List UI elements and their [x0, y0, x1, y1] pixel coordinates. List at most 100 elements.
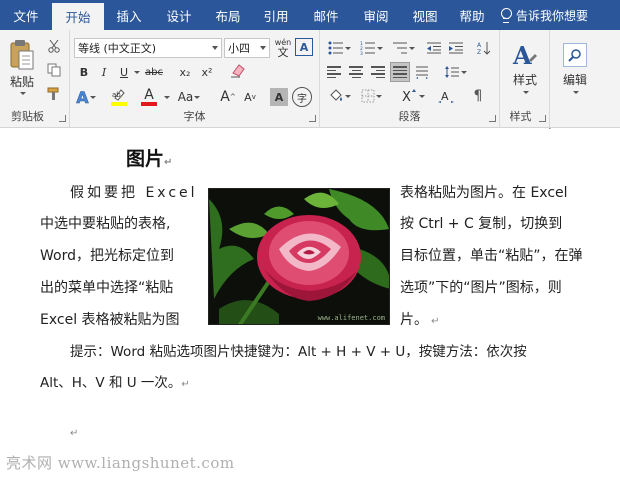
- format-painter-button[interactable]: [44, 84, 64, 104]
- character-shading-button[interactable]: A: [270, 88, 288, 106]
- empty-paragraph-mark-icon: ↵: [70, 428, 79, 439]
- chevron-down-icon: [344, 46, 351, 50]
- sort-icon: AZ: [477, 42, 491, 55]
- character-scaling-button[interactable]: A: [436, 86, 456, 106]
- styles-dialog-launcher-icon[interactable]: [539, 115, 546, 122]
- rose-image: [209, 189, 389, 324]
- character-scaling-icon: A: [438, 90, 454, 103]
- tip-line-1: 提示：Word 粘贴选项图片快捷键为：Alt + H + V + U，按键方法：…: [70, 344, 527, 360]
- bold-button[interactable]: B: [74, 62, 94, 82]
- tab-layout[interactable]: 布局: [204, 0, 252, 30]
- align-left-icon: [327, 66, 341, 78]
- body-line-right-5: 片。 ↵: [400, 310, 440, 332]
- editing-button[interactable]: 编辑: [554, 36, 596, 100]
- grow-font-button[interactable]: A ^: [218, 86, 238, 108]
- tab-view[interactable]: 视图: [400, 0, 450, 30]
- shading-button[interactable]: [324, 86, 354, 106]
- tab-design[interactable]: 设计: [154, 0, 204, 30]
- numbering-button[interactable]: 123: [356, 38, 386, 58]
- show-marks-button[interactable]: ¶: [468, 86, 488, 106]
- decrease-indent-button[interactable]: [424, 38, 444, 58]
- body-line-right-5-text: 片。: [400, 312, 428, 328]
- shrink-font-label: A: [244, 90, 252, 104]
- font-color-button[interactable]: A: [136, 86, 162, 108]
- search-icon: [563, 42, 587, 67]
- font-size-combo[interactable]: 小四: [224, 38, 270, 58]
- multilevel-list-button[interactable]: [388, 38, 418, 58]
- ribbon: 粘贴 剪贴板 等线 (中文正文) 小四 wén 文 A B I U abc x₂…: [0, 30, 620, 128]
- phonetic-guide-button[interactable]: wén 文: [272, 36, 294, 60]
- chevron-down-icon: [133, 70, 140, 74]
- cut-icon: [48, 39, 60, 53]
- superscript-button[interactable]: x²: [197, 62, 217, 82]
- paragraph-mark-icon: ↵: [181, 379, 190, 390]
- chevron-down-icon: [376, 46, 383, 50]
- paste-label: 粘贴: [9, 75, 34, 89]
- bullets-button[interactable]: [324, 38, 354, 58]
- clear-formatting-button[interactable]: [228, 60, 248, 80]
- styles-icon: A: [512, 42, 537, 70]
- underline-dropdown[interactable]: [132, 66, 140, 78]
- tell-me-search[interactable]: 告诉我你想要: [500, 0, 588, 30]
- tab-insert[interactable]: 插入: [104, 0, 154, 30]
- center-button[interactable]: [346, 62, 366, 82]
- chevron-down-icon: [344, 94, 351, 98]
- tip-line-2-text: Alt、H、V 和 U 一次。: [40, 375, 182, 391]
- tab-references[interactable]: 引用: [252, 0, 300, 30]
- line-spacing-button[interactable]: [440, 62, 470, 82]
- lightbulb-icon: [500, 8, 512, 23]
- align-right-icon: [371, 66, 385, 78]
- svg-text:A: A: [512, 42, 532, 70]
- tab-review[interactable]: 审阅: [352, 0, 400, 30]
- sort-button[interactable]: AZ: [474, 38, 494, 58]
- rose-picture[interactable]: www.alifenet.com: [208, 188, 390, 325]
- subscript-button[interactable]: x₂: [175, 62, 195, 82]
- distributed-button[interactable]: [412, 62, 432, 82]
- paragraph-mark-icon: ↵: [164, 157, 173, 168]
- tab-home[interactable]: 开始: [52, 3, 104, 30]
- paste-button[interactable]: 粘贴: [4, 36, 40, 98]
- align-left-button[interactable]: [324, 62, 344, 82]
- format-painter-icon: [47, 87, 59, 100]
- paragraph-dialog-launcher-icon[interactable]: [489, 115, 496, 122]
- paragraph-group-label: 段落: [398, 110, 421, 123]
- highlight-button[interactable]: ab: [106, 86, 132, 108]
- body-line-left-5: Excel 表格被粘贴为图: [40, 312, 180, 328]
- tip-line-2: Alt、H、V 和 U 一次。↵: [40, 373, 190, 395]
- clipboard-group: 粘贴 剪贴板: [0, 30, 70, 128]
- body-line-left-1: 假如要把 Excel: [70, 185, 198, 201]
- change-case-button[interactable]: Aa: [174, 86, 204, 108]
- cut-button[interactable]: [44, 36, 64, 56]
- center-icon: [349, 66, 363, 78]
- body-line-right-4: 选项”下的“图片”图标，则: [400, 280, 562, 296]
- borders-button[interactable]: [356, 86, 386, 106]
- multilevel-list-icon: [392, 42, 407, 54]
- enclose-characters-button[interactable]: 字: [292, 87, 312, 107]
- text-effects-button[interactable]: A: [74, 86, 98, 108]
- chevron-down-icon: [375, 94, 382, 98]
- shrink-font-button[interactable]: Av: [240, 86, 260, 108]
- document-heading: 图片↵: [126, 144, 172, 171]
- tab-mailings[interactable]: 邮件: [300, 0, 352, 30]
- phonetic-guide-char: 文: [277, 46, 289, 59]
- highlight-color-bar: [111, 102, 127, 106]
- font-color-dropdown[interactable]: [162, 92, 170, 102]
- tab-file[interactable]: 文件: [0, 0, 52, 30]
- styles-button[interactable]: A 样式: [504, 36, 546, 100]
- align-right-button[interactable]: [368, 62, 388, 82]
- increase-indent-icon: [449, 42, 463, 54]
- font-dialog-launcher-icon[interactable]: [309, 115, 316, 122]
- svg-text:ab: ab: [112, 91, 121, 99]
- character-border-button[interactable]: A: [295, 38, 313, 56]
- justify-button[interactable]: [390, 62, 410, 82]
- font-name-combo[interactable]: 等线 (中文正文): [74, 38, 222, 58]
- asian-layout-button[interactable]: X: [398, 86, 428, 106]
- underline-button[interactable]: U: [114, 62, 134, 82]
- strikethrough-button[interactable]: abc: [143, 62, 165, 82]
- font-name-value: 等线 (中文正文): [78, 42, 157, 55]
- italic-button[interactable]: I: [94, 62, 114, 82]
- tab-help[interactable]: 帮助: [450, 0, 494, 30]
- clipboard-dialog-launcher-icon[interactable]: [59, 115, 66, 122]
- increase-indent-button[interactable]: [446, 38, 466, 58]
- copy-button[interactable]: [44, 60, 64, 80]
